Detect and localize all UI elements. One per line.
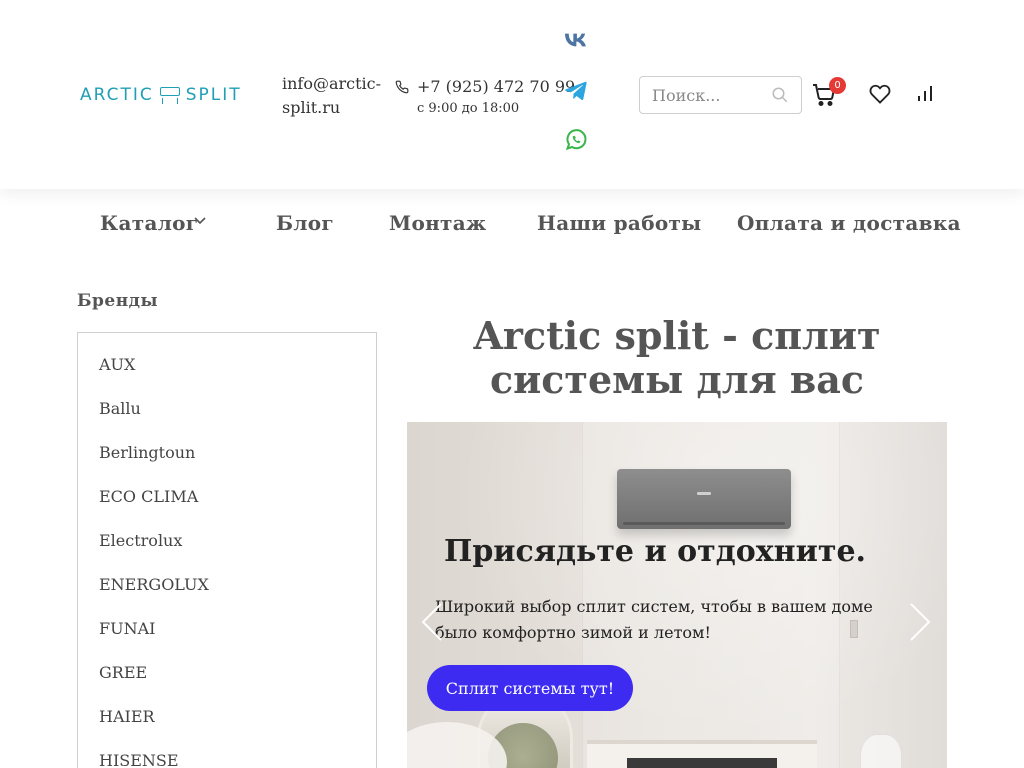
brand-item-hisense[interactable]: HISENSE <box>78 749 376 768</box>
working-hours: с 9:00 до 18:00 <box>417 101 520 116</box>
nav-item-blog[interactable]: Блог <box>276 211 334 235</box>
nav-item-catalog[interactable]: Каталог <box>100 211 198 235</box>
air-conditioner-icon <box>158 84 182 106</box>
nav-item-installation[interactable]: Монтаж <box>389 211 486 235</box>
air-conditioner-image <box>617 469 791 529</box>
whatsapp-icon[interactable] <box>564 128 588 152</box>
site-logo[interactable]: ARCTIC SPLIT <box>80 80 245 110</box>
hero-slider: Присядьте и отдохните. Широкий выбор спл… <box>407 422 947 768</box>
brand-item-berlingtoun[interactable]: Berlingtoun <box>78 441 376 485</box>
brand-item-energolux[interactable]: ENERGOLUX <box>78 573 376 617</box>
search-input[interactable] <box>640 77 768 113</box>
vk-icon[interactable] <box>564 28 588 52</box>
brand-item-aux[interactable]: AUX <box>78 353 376 397</box>
brands-title: Бренды <box>77 291 159 311</box>
brand-item-eco-clima[interactable]: ECO CLIMA <box>78 485 376 529</box>
brands-list: AUX Ballu Berlingtoun ECO CLIMA Electrol… <box>77 332 377 768</box>
fireplace-image <box>587 740 817 768</box>
chevron-left-icon[interactable] <box>419 602 447 642</box>
heart-icon[interactable] <box>869 83 891 105</box>
telegram-icon[interactable] <box>564 79 588 103</box>
vase-image <box>860 734 902 768</box>
brand-item-funai[interactable]: FUNAI <box>78 617 376 661</box>
search-icon[interactable] <box>771 86 789 104</box>
chevron-right-icon[interactable] <box>905 602 933 642</box>
nav-item-our-works[interactable]: Наши работы <box>537 211 702 235</box>
brand-item-ballu[interactable]: Ballu <box>78 397 376 441</box>
site-header: ARCTIC SPLIT info@arctic-split.ru +7 (92… <box>0 0 1024 189</box>
phone-icon <box>395 80 409 94</box>
search-box <box>639 76 802 114</box>
compare-icon[interactable] <box>915 84 935 104</box>
main-nav: Каталог Блог Монтаж Наши работы Оплата и… <box>0 189 1024 261</box>
hero-text: Широкий выбор сплит систем, чтобы в ваше… <box>435 597 873 642</box>
email-link[interactable]: info@arctic-split.ru <box>282 72 392 120</box>
nav-item-payment-delivery[interactable]: Оплата и доставка <box>737 211 961 235</box>
hero-heading: Присядьте и отдохните. <box>444 534 866 569</box>
phone-link[interactable]: +7 (925) 472 70 99 <box>417 77 575 96</box>
logo-word-left: ARCTIC <box>80 85 154 105</box>
chevron-down-icon[interactable] <box>193 216 207 226</box>
brand-item-electrolux[interactable]: Electrolux <box>78 529 376 573</box>
cart-count-badge: 0 <box>829 77 846 94</box>
page-title: Arctic split - сплит системы для вас <box>473 313 881 402</box>
brand-item-haier[interactable]: HAIER <box>78 705 376 749</box>
brand-item-gree[interactable]: GREE <box>78 661 376 705</box>
logo-word-right: SPLIT <box>185 85 242 105</box>
hero-cta-button[interactable]: Сплит системы тут! <box>427 665 633 711</box>
